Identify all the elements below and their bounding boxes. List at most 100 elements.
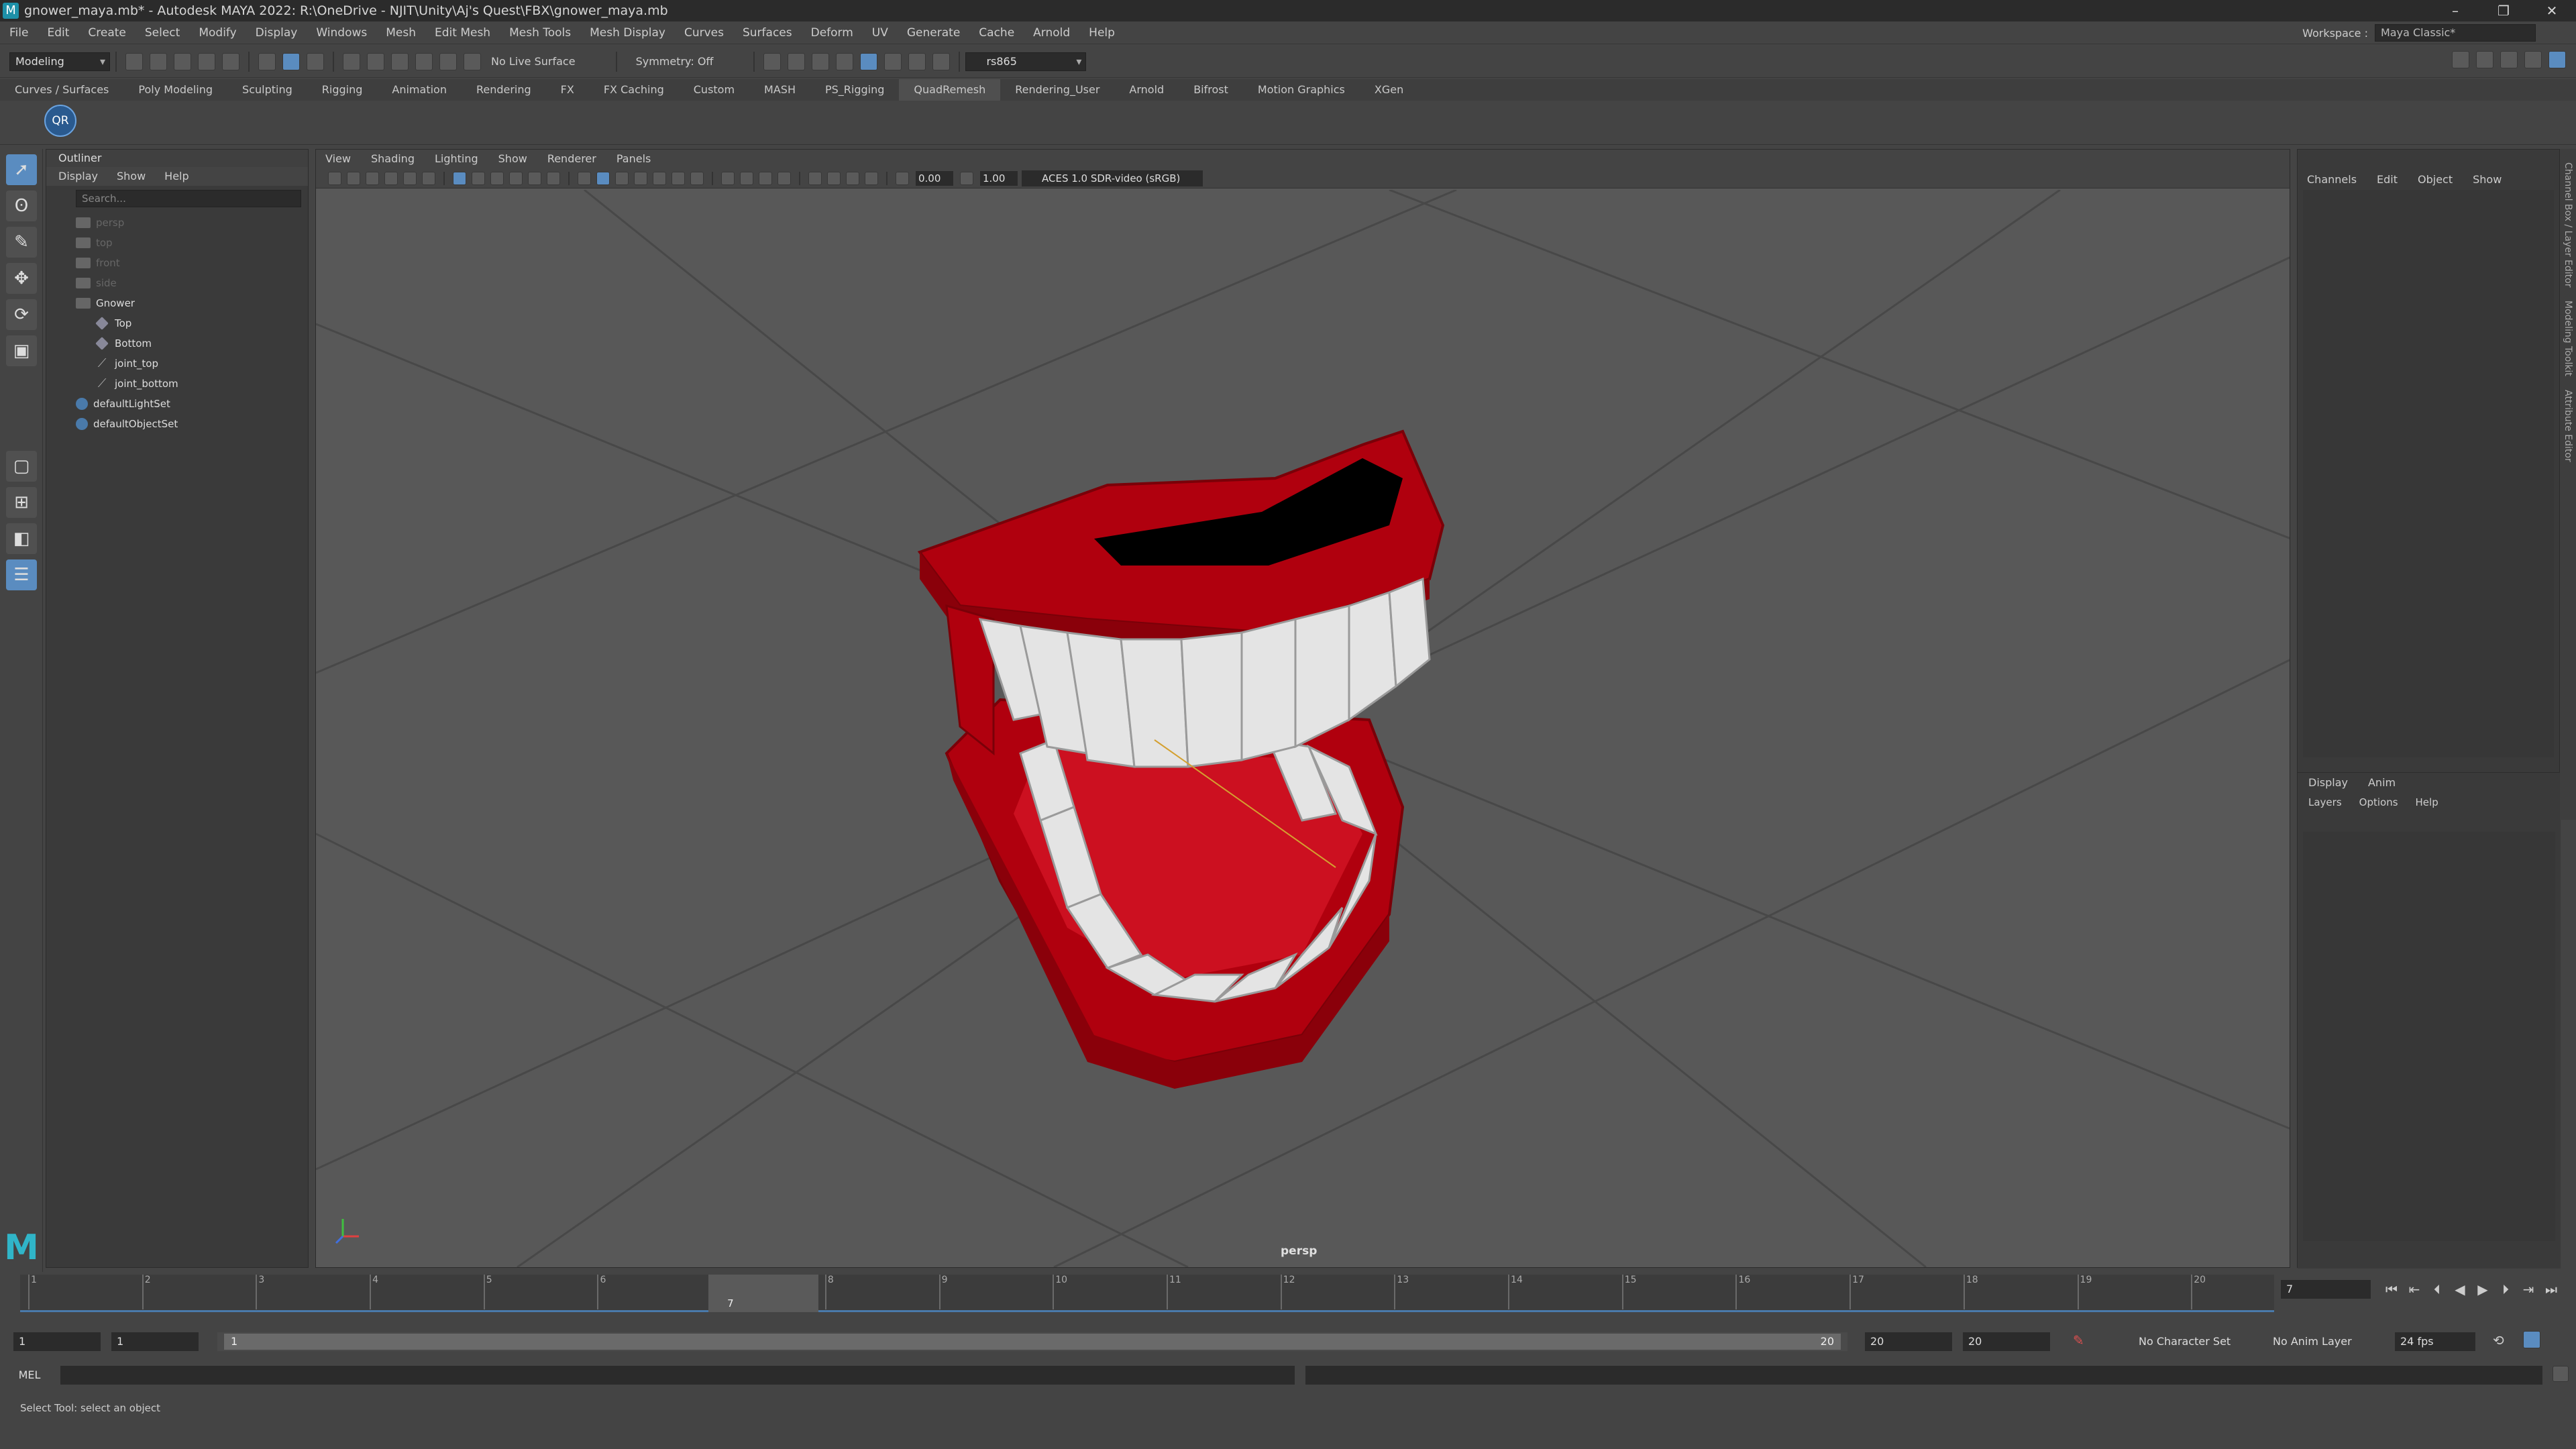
layer-menu-layers[interactable]: Layers <box>2308 793 2342 812</box>
viewport-scene[interactable] <box>316 190 2290 1267</box>
outliner-menu-show[interactable]: Show <box>117 167 146 186</box>
menu-curves[interactable]: Curves <box>675 21 733 44</box>
menu-select[interactable]: Select <box>136 21 189 44</box>
menu-deform[interactable]: Deform <box>802 21 863 44</box>
default-material-icon[interactable] <box>615 171 629 185</box>
channel-box-area[interactable] <box>2303 190 2554 757</box>
outliner-item-joint-top[interactable]: ⟋ joint_top <box>46 354 308 374</box>
outliner-item-bottom[interactable]: Bottom <box>46 333 308 354</box>
current-frame-field[interactable]: 7 <box>2281 1280 2371 1299</box>
restore-icon[interactable]: ❐ <box>2479 0 2528 21</box>
light-editor-icon[interactable] <box>908 52 926 70</box>
menu-file[interactable]: File <box>0 21 38 44</box>
move-tool-icon[interactable]: ✥ <box>6 263 37 294</box>
channel-box-menu-channels[interactable]: Channels <box>2307 170 2357 190</box>
go-to-end-icon[interactable]: ⏭ <box>2540 1280 2563 1299</box>
menu-surfaces[interactable]: Surfaces <box>733 21 802 44</box>
menu-uv[interactable]: UV <box>863 21 898 44</box>
outliner-item-joint-bottom[interactable]: ⟋ joint_bottom <box>46 374 308 394</box>
paint-select-tool-icon[interactable]: ✎ <box>6 227 37 258</box>
outliner-item-top[interactable]: Top <box>46 313 308 333</box>
command-input[interactable] <box>60 1366 1295 1385</box>
attribute-editor-toggle-icon[interactable] <box>2500 51 2518 68</box>
playback-end-field[interactable]: 20 <box>1865 1332 1952 1351</box>
undo-icon[interactable] <box>198 52 215 70</box>
layer-menu-options[interactable]: Options <box>2359 793 2398 812</box>
field-chart-icon[interactable] <box>528 171 541 185</box>
snap-live-icon[interactable] <box>439 52 457 70</box>
shelf-tab-curves-surfaces[interactable]: Curves / Surfaces <box>0 79 123 101</box>
viewport-menu-shading[interactable]: Shading <box>371 150 415 168</box>
viewport-menu-view[interactable]: View <box>325 150 351 168</box>
range-bar[interactable]: 1 20 <box>217 1332 1847 1351</box>
xray-active-icon[interactable] <box>865 171 878 185</box>
workspace-dropdown[interactable]: Maya Classic* <box>2375 24 2536 42</box>
new-scene-icon[interactable] <box>125 52 143 70</box>
shelf-tab-rigging[interactable]: Rigging <box>307 79 378 101</box>
channel-box-menu-object[interactable]: Object <box>2418 170 2453 190</box>
go-to-start-icon[interactable]: ⏮ <box>2380 1280 2403 1299</box>
shelf-tab-custom[interactable]: Custom <box>679 79 749 101</box>
select-component-icon[interactable] <box>307 52 324 70</box>
single-perspective-layout-icon[interactable]: ▢ <box>6 451 37 482</box>
side-tab-channel-box-layer-editor[interactable]: Channel Box / Layer Editor <box>2563 162 2573 287</box>
resolution-gate-icon[interactable] <box>490 171 504 185</box>
shelf-tab-rendering-user[interactable]: Rendering_User <box>1000 79 1114 101</box>
color-management-dropdown[interactable]: ACES 1.0 SDR-video (sRGB) <box>1022 170 1203 186</box>
outliner-item-defaultlightset[interactable]: defaultLightSet <box>46 394 308 414</box>
menu-help[interactable]: Help <box>1079 21 1124 44</box>
2d-pan-zoom-icon[interactable] <box>403 171 417 185</box>
exposure-field[interactable]: 0.00 <box>916 170 953 186</box>
shelf-tab-motion-graphics[interactable]: Motion Graphics <box>1243 79 1360 101</box>
tool-settings-toggle-icon[interactable] <box>2524 51 2542 68</box>
wireframe-on-shaded-icon[interactable] <box>634 171 647 185</box>
shelf-tab-sculpting[interactable]: Sculpting <box>227 79 307 101</box>
smooth-shade-icon[interactable] <box>596 171 610 185</box>
motion-blur-icon[interactable] <box>740 171 753 185</box>
render-setup-icon[interactable] <box>884 52 902 70</box>
layer-menu-help[interactable]: Help <box>2416 793 2438 812</box>
persp-outliner-layout-icon[interactable]: ◧ <box>6 523 37 554</box>
gate-mask-icon[interactable] <box>509 171 523 185</box>
gamma-field[interactable]: 1.00 <box>980 170 1018 186</box>
menu-arnold[interactable]: Arnold <box>1024 21 1079 44</box>
play-forwards-icon[interactable]: ▶ <box>2471 1280 2494 1299</box>
shelf-tab-rendering[interactable]: Rendering <box>462 79 546 101</box>
pause-viewport-icon[interactable] <box>932 52 951 70</box>
menu-cache[interactable]: Cache <box>969 21 1024 44</box>
snap-curve-icon[interactable] <box>367 52 384 70</box>
playback-start-field[interactable]: 1 <box>111 1332 199 1351</box>
side-tab-attribute-editor[interactable]: Attribute Editor <box>2563 390 2573 462</box>
channel-box-menu-show[interactable]: Show <box>2473 170 2502 190</box>
auto-key-icon[interactable]: ✎ <box>2073 1332 2084 1348</box>
character-controls-toggle-icon[interactable] <box>2476 51 2493 68</box>
shelf-tab-quadremesh[interactable]: QuadRemesh <box>899 79 1001 101</box>
viewport-menu-panels[interactable]: Panels <box>616 150 651 168</box>
menu-edit[interactable]: Edit <box>38 21 78 44</box>
menu-windows[interactable]: Windows <box>307 21 376 44</box>
symmetry-label[interactable]: Symmetry: Off <box>636 55 714 68</box>
script-language-toggle[interactable]: MEL <box>9 1366 50 1385</box>
animation-start-field[interactable]: 1 <box>13 1332 101 1351</box>
film-gate-icon[interactable] <box>472 171 485 185</box>
menu-display[interactable]: Display <box>246 21 307 44</box>
outliner-layout-icon[interactable]: ☰ <box>6 559 37 590</box>
outliner-search-input[interactable]: Search... <box>76 190 301 207</box>
hypershade-icon[interactable] <box>836 52 854 70</box>
select-object-icon[interactable] <box>282 52 300 70</box>
select-hierarchy-icon[interactable] <box>258 52 276 70</box>
close-icon[interactable]: ✕ <box>2528 0 2576 21</box>
viewport-menu-show[interactable]: Show <box>498 150 527 168</box>
textured-icon[interactable] <box>653 171 666 185</box>
modeling-toolkit-toggle-icon[interactable] <box>2452 51 2469 68</box>
depth-of-field-icon[interactable] <box>777 171 791 185</box>
save-scene-icon[interactable] <box>174 52 191 70</box>
shadows-icon[interactable] <box>690 171 704 185</box>
minimize-icon[interactable]: – <box>2431 0 2479 21</box>
shelf-tab-poly-modeling[interactable]: Poly Modeling <box>123 79 227 101</box>
shelf-tab-bifrost[interactable]: Bifrost <box>1179 79 1243 101</box>
menu-mesh-display[interactable]: Mesh Display <box>580 21 675 44</box>
open-scene-icon[interactable] <box>150 52 167 70</box>
layer-list[interactable] <box>2303 832 2555 1241</box>
quadremesh-shelf-button[interactable]: QR <box>44 105 76 137</box>
